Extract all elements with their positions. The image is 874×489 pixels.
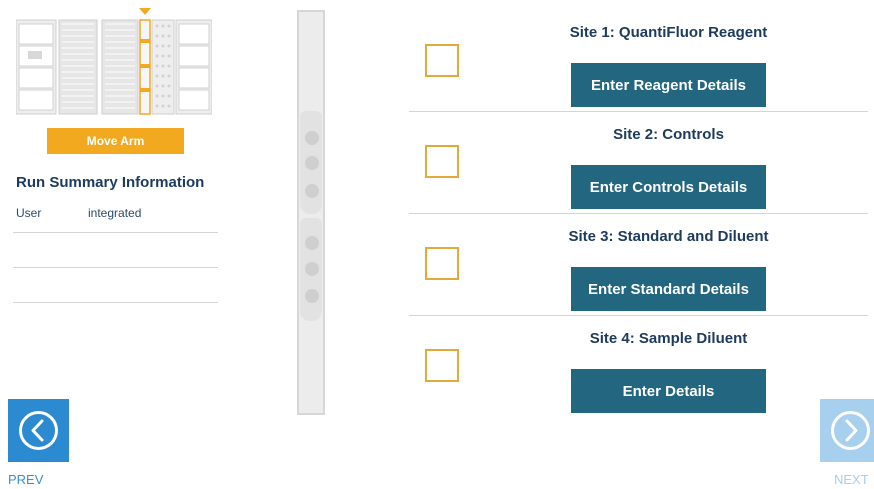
site-3-title: Site 3: Standard and Diluent [568, 228, 769, 245]
site-4: Site 4: Sample Diluent Enter Details [409, 316, 868, 418]
rack-well [305, 289, 319, 303]
chevron-left-circle-icon [19, 411, 58, 450]
rack-well [305, 184, 319, 198]
site-1-checkbox[interactable] [425, 44, 459, 77]
deck-map [16, 8, 212, 120]
site-3-checkbox[interactable] [425, 247, 459, 280]
site-1-title: Site 1: QuantiFluor Reagent [569, 24, 768, 41]
deck-map-diagram [16, 8, 212, 115]
site-2: Site 2: Controls Enter Controls Details [409, 112, 868, 214]
next-button[interactable] [820, 399, 874, 462]
prev-button[interactable] [8, 399, 69, 462]
site-4-checkbox[interactable] [425, 349, 459, 382]
next-label[interactable]: NEXT [834, 472, 869, 487]
rack-well [305, 236, 319, 250]
rack-well [305, 131, 319, 145]
chevron-right-circle-icon [831, 411, 870, 450]
prev-label[interactable]: PREV [8, 472, 43, 487]
summary-value: integrated [88, 206, 142, 220]
enter-details-button[interactable]: Enter Details [571, 369, 766, 413]
enter-controls-details-button[interactable]: Enter Controls Details [571, 165, 766, 209]
site-2-checkbox[interactable] [425, 145, 459, 178]
run-summary-table: User integrated [13, 198, 218, 303]
move-arm-button[interactable]: Move Arm [47, 128, 184, 154]
enter-reagent-details-button[interactable]: Enter Reagent Details [571, 63, 766, 107]
reagent-rack [297, 10, 325, 415]
run-summary-title: Run Summary Information [16, 174, 205, 191]
summary-row [13, 268, 218, 303]
triangle-down-icon [139, 8, 151, 15]
summary-row [13, 233, 218, 268]
enter-standard-details-button[interactable]: Enter Standard Details [571, 267, 766, 311]
site-3: Site 3: Standard and Diluent Enter Stand… [409, 214, 868, 316]
summary-key: User [16, 206, 42, 220]
rack-slot [300, 111, 322, 214]
summary-row: User integrated [13, 198, 218, 233]
rack-slot [300, 218, 322, 321]
site-4-title: Site 4: Sample Diluent [589, 330, 748, 347]
rack-well [305, 156, 319, 170]
site-1: Site 1: QuantiFluor Reagent Enter Reagen… [409, 10, 868, 112]
site-2-title: Site 2: Controls [613, 126, 724, 143]
rack-well [305, 262, 319, 276]
